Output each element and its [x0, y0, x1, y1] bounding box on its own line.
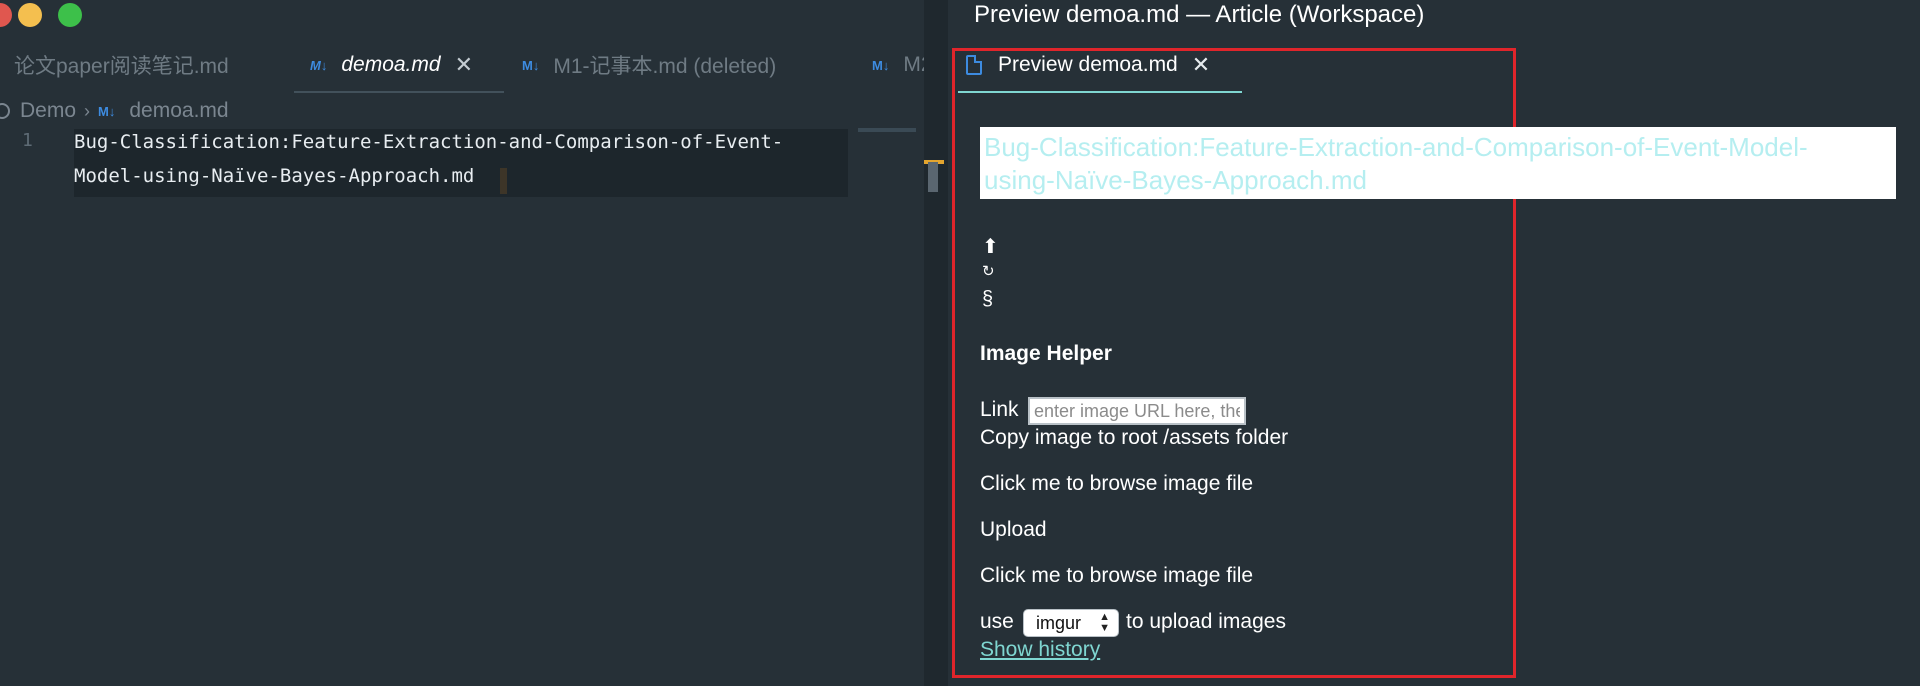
upload-suffix-label: to upload images — [1126, 610, 1286, 633]
maximize-window-button[interactable] — [58, 3, 82, 27]
breadcrumb: Demo › M↓ demoa.md — [0, 99, 229, 123]
link-label: Link — [980, 398, 1019, 421]
breadcrumb-root[interactable]: Demo — [20, 99, 76, 123]
minimap[interactable] — [858, 128, 916, 132]
minimize-window-button[interactable] — [18, 3, 42, 27]
image-helper-title: Image Helper — [980, 342, 1112, 365]
text-cursor — [500, 168, 507, 194]
tab-paper-notes[interactable]: 论文paper阅读笔记.md — [14, 50, 229, 80]
code-line-2[interactable]: Model-using-Naïve-Bayes-Approach.md — [74, 165, 474, 187]
tab-label: demoa.md — [341, 53, 441, 76]
active-tab-indicator — [294, 91, 504, 93]
line-number: 1 — [22, 130, 33, 151]
show-history-link[interactable]: Show history — [980, 638, 1100, 662]
markdown-icon: M↓ — [98, 103, 116, 119]
tab-label: 论文paper阅读笔记.md — [14, 55, 229, 78]
image-url-input[interactable] — [1028, 397, 1246, 425]
code-line-1[interactable]: Bug-Classification:Feature-Extraction-an… — [74, 131, 783, 153]
preview-heading: Bug-Classification:Feature-Extraction-an… — [980, 127, 1896, 199]
uploader-select[interactable]: imgur ▲ ▼ — [1023, 609, 1119, 637]
scrollbar-thumb[interactable] — [928, 162, 938, 192]
markdown-icon: M↓ — [310, 57, 328, 73]
chevron-right-icon: › — [84, 100, 91, 121]
close-window-button[interactable] — [0, 3, 12, 27]
browse-image-button-copy[interactable]: Click me to browse image file — [980, 472, 1253, 496]
section-icon[interactable]: § — [982, 288, 993, 311]
arrow-up-icon[interactable]: ⬆ — [982, 234, 999, 259]
uploader-selected-value: imgur — [1036, 612, 1082, 633]
tab-label: M1-记事本.md (deleted) — [553, 55, 777, 78]
use-label: use — [980, 610, 1014, 633]
select-arrows-icon: ▲ ▼ — [1099, 611, 1110, 634]
tab-preview[interactable]: Preview demoa.md ✕ — [966, 50, 1210, 80]
browse-image-button-upload[interactable]: Click me to browse image file — [980, 564, 1253, 588]
copy-image-label: Copy image to root /assets folder — [980, 426, 1289, 449]
file-icon — [966, 55, 982, 75]
upload-label: Upload — [980, 518, 1047, 541]
markdown-icon: M↓ — [872, 57, 890, 73]
tab-m1-notebook[interactable]: M↓ M1-记事本.md (deleted) — [522, 50, 776, 80]
editor-scrollbar[interactable] — [924, 0, 948, 686]
tab-demoa[interactable]: M↓ demoa.md ✕ — [310, 50, 473, 80]
folder-dot-icon — [0, 103, 10, 119]
markdown-icon: M↓ — [522, 57, 540, 73]
breadcrumb-file[interactable]: demoa.md — [129, 99, 228, 123]
close-icon[interactable]: ✕ — [455, 52, 473, 78]
preview-tab-indicator — [958, 91, 1242, 93]
window-title: Preview demoa.md — Article (Workspace) — [974, 1, 1425, 28]
close-icon[interactable]: ✕ — [1192, 52, 1210, 78]
tab-label: Preview demoa.md — [998, 53, 1178, 76]
refresh-icon[interactable]: ↻ — [982, 262, 995, 280]
preview-heading-text: Bug-Classification:Feature-Extraction-an… — [984, 132, 1808, 195]
